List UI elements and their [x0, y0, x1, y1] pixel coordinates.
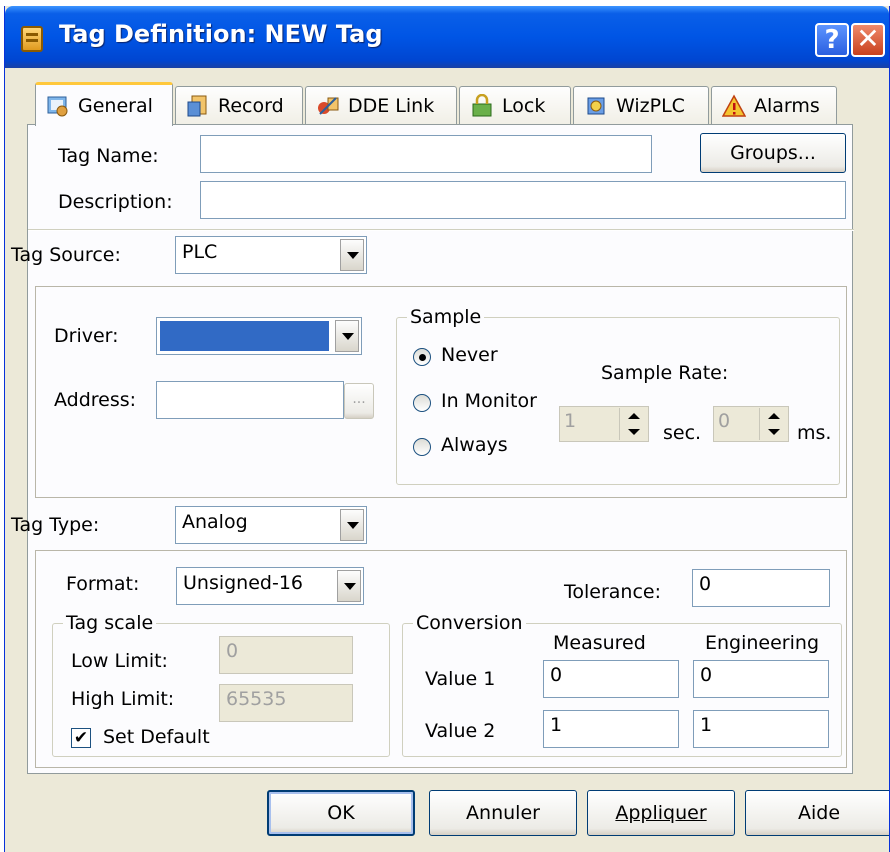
sample-never-label[interactable]: Never [441, 344, 498, 366]
window-title: Tag Definition: NEW Tag [59, 20, 383, 48]
address-browse-button[interactable]: ... [344, 383, 374, 419]
sample-rate-label: Sample Rate: [601, 362, 729, 384]
tag-type-select[interactable]: Analog [175, 506, 367, 544]
groups-button-label: Groups... [730, 142, 816, 164]
sample-sec-value: 1 [564, 410, 577, 432]
sample-in-monitor-label[interactable]: In Monitor [441, 390, 537, 412]
sample-group: Sample Never In Monitor Always Sample Ra… [396, 306, 840, 485]
close-title-button[interactable]: ✕ [851, 23, 885, 57]
tab-label: Record [218, 94, 284, 117]
tab-lock[interactable]: Lock [459, 86, 571, 124]
conversion-title: Conversion [413, 612, 526, 634]
low-limit-label: Low Limit: [71, 650, 168, 672]
sample-always-label[interactable]: Always [441, 434, 508, 456]
address-label: Address: [54, 389, 137, 411]
tag-type-label: Tag Type: [11, 514, 100, 536]
high-limit-label: High Limit: [71, 688, 175, 710]
tag-source-label: Tag Source: [11, 244, 121, 266]
spin-arrows-icon[interactable] [619, 408, 647, 440]
driver-selection-highlight [160, 321, 329, 351]
set-default-checkbox[interactable]: ✔ [71, 728, 91, 748]
tag-source-value: PLC [182, 241, 218, 263]
tab-dde-link[interactable]: DDE Link [305, 86, 457, 124]
record-icon [187, 95, 207, 116]
description-input[interactable] [200, 181, 846, 219]
value2-measured-input[interactable]: 1 [543, 710, 679, 748]
apply-button[interactable]: Appliquer [587, 790, 735, 836]
lock-icon [472, 93, 492, 116]
sample-always-radio[interactable] [413, 438, 431, 456]
sample-ms-value: 0 [718, 410, 731, 432]
tag-icon [21, 26, 43, 52]
separator [28, 229, 854, 231]
description-label: Description: [58, 191, 173, 213]
chevron-down-icon[interactable] [335, 320, 359, 352]
tag-source-select[interactable]: PLC [175, 236, 367, 274]
chevron-down-icon[interactable] [340, 509, 364, 541]
measured-header: Measured [553, 632, 646, 654]
driver-label: Driver: [54, 325, 119, 347]
sample-never-radio[interactable] [413, 348, 431, 366]
format-label: Format: [66, 573, 140, 595]
alarms-icon [722, 93, 746, 117]
value2-engineering-input[interactable]: 1 [693, 710, 829, 748]
tab-alarms[interactable]: Alarms [711, 86, 837, 124]
tag-type-value: Analog [182, 511, 248, 533]
engineering-header: Engineering [705, 632, 819, 654]
high-limit-input[interactable]: 65535 [219, 684, 353, 722]
tab-record[interactable]: Record [175, 86, 303, 124]
chevron-down-icon[interactable] [337, 570, 361, 602]
value1-label: Value 1 [425, 668, 496, 690]
value1-engineering-input[interactable]: 0 [693, 660, 829, 698]
tab-label: DDE Link [348, 94, 435, 117]
value2-label: Value 2 [425, 720, 496, 742]
help-title-button[interactable]: ? [815, 23, 849, 57]
sample-sec-stepper[interactable]: 1 [559, 406, 649, 442]
groups-button[interactable]: Groups... [700, 133, 846, 173]
title-bar[interactable]: Tag Definition: NEW Tag ? ✕ [5, 6, 889, 68]
tag-definition-dialog: Tag Definition: NEW Tag ? ✕ General Reco… [4, 6, 890, 852]
tolerance-input[interactable]: 0 [692, 569, 830, 607]
address-input[interactable] [156, 381, 344, 419]
chevron-down-icon[interactable] [340, 239, 364, 271]
tag-name-label: Tag Name: [58, 145, 159, 167]
sample-ms-stepper[interactable]: 0 [713, 406, 789, 442]
driver-address-frame: Driver: Address: ... Sample Never In Mon… [35, 286, 847, 498]
sample-group-title: Sample [407, 306, 485, 328]
ms-unit-label: ms. [797, 422, 832, 444]
wizplc-icon [587, 97, 605, 114]
tab-label: Alarms [754, 94, 820, 117]
low-limit-input[interactable]: 0 [219, 636, 353, 674]
sample-in-monitor-radio[interactable] [413, 394, 431, 412]
conversion-group: Conversion Measured Engineering Value 1 … [402, 612, 842, 757]
tab-label: General [78, 94, 153, 117]
format-value: Unsigned-16 [183, 572, 304, 594]
help-button[interactable]: Aide [745, 790, 889, 836]
general-icon [47, 96, 68, 116]
tag-scale-group: Tag scale Low Limit: 0 High Limit: 65535… [52, 612, 390, 757]
spin-arrows-icon[interactable] [759, 408, 787, 440]
tab-general[interactable]: General [35, 82, 173, 126]
tab-wizplc[interactable]: WizPLC [573, 86, 709, 124]
tag-scale-title: Tag scale [63, 612, 157, 634]
tag-name-input[interactable] [200, 135, 652, 173]
value1-measured-input[interactable]: 0 [543, 660, 679, 698]
set-default-label[interactable]: Set Default [103, 726, 210, 748]
tab-label: WizPLC [616, 94, 685, 117]
tab-label: Lock [502, 94, 546, 117]
sec-unit-label: sec. [663, 422, 702, 444]
format-select[interactable]: Unsigned-16 [176, 567, 364, 605]
dde-link-icon [318, 96, 339, 115]
driver-select[interactable] [156, 317, 362, 355]
cancel-button[interactable]: Annuler [429, 790, 577, 836]
ok-button[interactable]: OK [267, 790, 415, 836]
analog-settings-frame: Format: Unsigned-16 Tolerance: 0 Tag sca… [35, 550, 847, 768]
apply-button-label: Appliquer [615, 802, 707, 824]
tolerance-label: Tolerance: [564, 581, 662, 603]
